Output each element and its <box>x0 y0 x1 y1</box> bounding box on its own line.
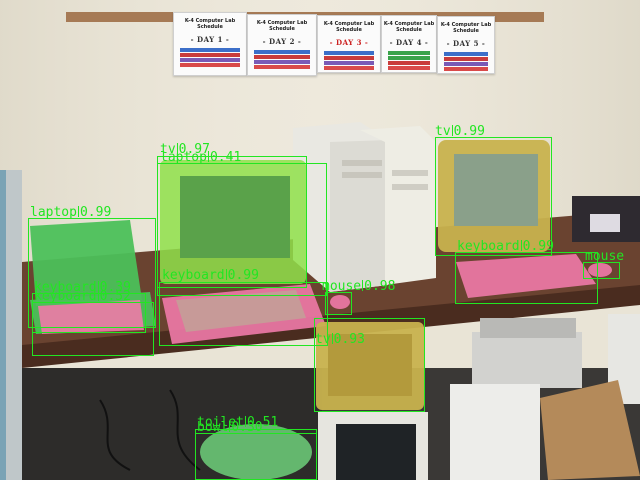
detection-box-keyboard <box>455 252 598 304</box>
detection-box-bowl <box>195 433 317 480</box>
schedule-title: K-4 Computer Lab Schedule <box>323 21 375 33</box>
detection-label-keyboard: keyboard 0.99 <box>457 239 554 254</box>
schedule-sheet: K-4 Computer Lab Schedule - DAY 1 - <box>173 12 247 76</box>
schedule-title: K-4 Computer Lab Schedule <box>184 18 236 30</box>
schedule-day: - DAY 1 - <box>190 35 230 44</box>
detection-label-laptop: laptop 0.99 <box>30 205 112 220</box>
schedule-title: K-4 Computer Lab Schedule <box>440 22 492 34</box>
lower-crt <box>450 384 540 480</box>
detection-label-laptop: laptop 0.41 <box>160 150 242 165</box>
schedule-sheet: K-4 Computer Lab Schedule - DAY 4 - <box>381 15 437 73</box>
detection-label-mouse: mouse 0.98 <box>322 279 396 294</box>
detection-label-bowl: bowl 0.30 <box>197 420 263 435</box>
tower-drive-1 <box>342 160 382 166</box>
detection-box-mouse <box>583 262 620 279</box>
lower-monitor-screen <box>336 424 416 480</box>
detection-box-mouse <box>325 292 352 315</box>
tower-drive-3 <box>392 170 428 176</box>
detection-label-tv: tv 0.93 <box>315 332 365 347</box>
printer-top <box>480 318 576 338</box>
tower-drive-2 <box>342 172 382 178</box>
detection-label-mouse: mouse <box>585 249 625 264</box>
detection-box-keyboard <box>32 302 154 356</box>
schedule-day: - DAY 4 - <box>389 38 429 47</box>
detection-label-tv: tv 0.99 <box>435 124 485 139</box>
schedule-title: K-4 Computer Lab Schedule <box>256 20 308 32</box>
tower-drive-4 <box>392 184 428 190</box>
detection-label-keyboard: keyboard 0.52 <box>34 289 131 304</box>
schedule-day: - DAY 2 - <box>262 37 302 46</box>
door-frame-edge <box>0 170 6 480</box>
printer <box>472 332 582 388</box>
schedule-sheet: K-4 Computer Lab Schedule - DAY 5 - <box>437 16 495 74</box>
schedule-day: - DAY 3 - <box>329 38 369 47</box>
schedule-day: - DAY 5 - <box>446 39 486 48</box>
schedule-title: K-4 Computer Lab Schedule <box>383 21 435 33</box>
schedule-sheet: K-4 Computer Lab Schedule - DAY 3 - <box>317 15 381 73</box>
organizer-item <box>590 214 620 232</box>
schedule-sheet: K-4 Computer Lab Schedule - DAY 2 - <box>247 14 317 76</box>
detection-label-keyboard: keyboard 0.99 <box>162 268 259 283</box>
detection-box-keyboard <box>159 282 328 346</box>
